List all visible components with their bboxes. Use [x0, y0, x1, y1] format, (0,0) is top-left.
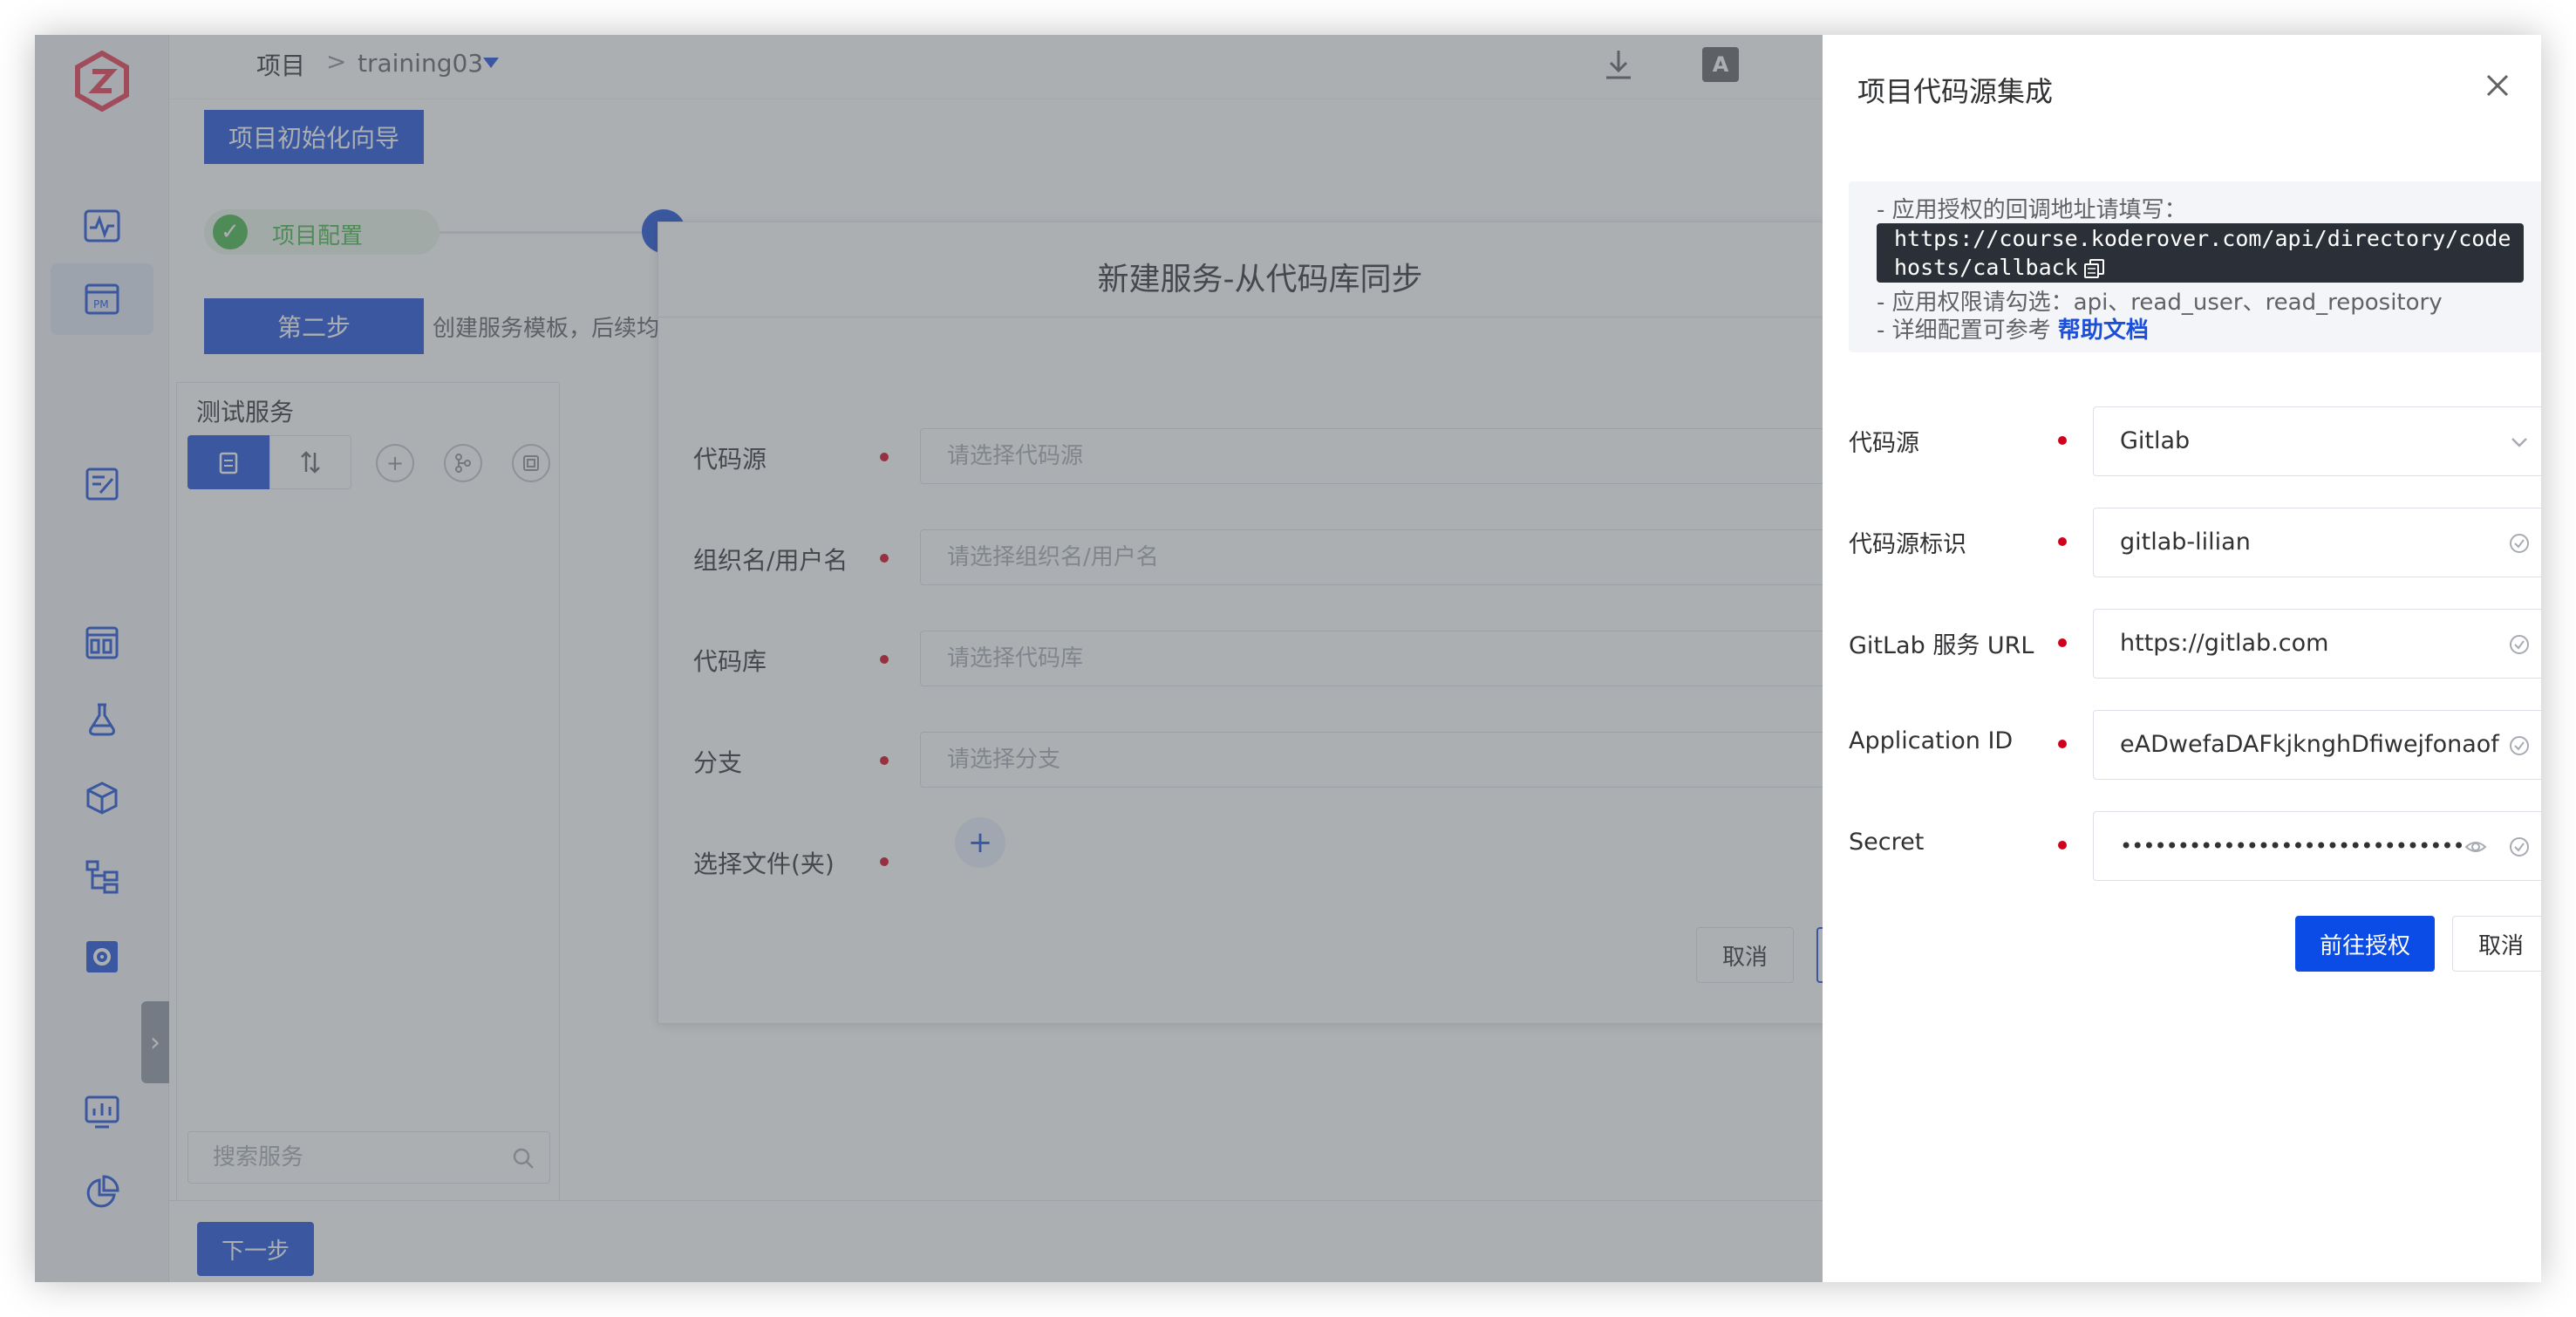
callback-url-code[interactable]: https://course.koderover.com/api/directo…: [1877, 223, 2524, 283]
alias-value: gitlab-lilian: [2120, 529, 2251, 556]
code-source-value: Gitlab: [2120, 427, 2191, 454]
drawer-title: 项目代码源集成: [1857, 75, 2054, 108]
gitlab-url-input[interactable]: https://gitlab.com: [2093, 609, 2541, 679]
check-circle-icon: [2510, 736, 2529, 755]
copy-icon[interactable]: [2083, 258, 2106, 279]
secret-label: Secret: [1849, 829, 1925, 856]
required-marker: [2058, 537, 2067, 546]
help-prefix: - 详细配置可参考: [1877, 317, 2051, 344]
source-label: 代码源: [1849, 430, 1919, 457]
callback-intro-text: - 应用授权的回调地址请填写：: [1877, 197, 2187, 223]
authorize-button[interactable]: 前往授权: [2295, 916, 2435, 972]
required-marker: [2058, 841, 2067, 850]
appid-value: eADwefaDAFkjknghDfiwejfonaof: [2120, 731, 2499, 758]
app-window: PM › 项目 > training03: [35, 35, 2541, 1282]
help-doc-link[interactable]: 帮助文档: [2058, 317, 2149, 344]
url-value: https://gitlab.com: [2120, 630, 2329, 657]
check-circle-icon: [2510, 837, 2529, 856]
code-source-drawer: 项目代码源集成 - 应用授权的回调地址请填写： https://course.k…: [1823, 35, 2541, 1282]
required-marker: [2058, 740, 2067, 748]
chevron-down-icon: [2511, 438, 2527, 447]
code-source-alias-input[interactable]: gitlab-lilian: [2093, 508, 2541, 577]
callback-url-text: https://course.koderover.com/api/directo…: [1894, 226, 2511, 280]
eye-icon[interactable]: [2464, 835, 2488, 859]
application-id-input[interactable]: eADwefaDAFkjknghDfiwejfonaof: [2093, 710, 2541, 780]
alias-label: 代码源标识: [1849, 531, 1966, 558]
code-source-select[interactable]: Gitlab: [2093, 406, 2541, 476]
secret-value: ••••••••••••••••••••••••••••••: [2120, 834, 2465, 858]
help-text: - 详细配置可参考 帮助文档: [1877, 312, 2149, 345]
modal-overlay[interactable]: [35, 35, 1823, 1282]
check-circle-icon: [2510, 635, 2529, 654]
drawer-cancel-button[interactable]: 取消: [2452, 916, 2541, 972]
check-circle-icon: [2510, 534, 2529, 553]
appid-label: Application ID: [1849, 727, 2014, 754]
url-label: GitLab 服务 URL: [1849, 632, 2034, 659]
close-icon[interactable]: [2480, 68, 2515, 103]
required-marker: [2058, 436, 2067, 445]
integration-info-box: - 应用授权的回调地址请填写： https://course.koderover…: [1849, 181, 2541, 352]
secret-input[interactable]: ••••••••••••••••••••••••••••••: [2093, 811, 2541, 881]
required-marker: [2058, 638, 2067, 647]
